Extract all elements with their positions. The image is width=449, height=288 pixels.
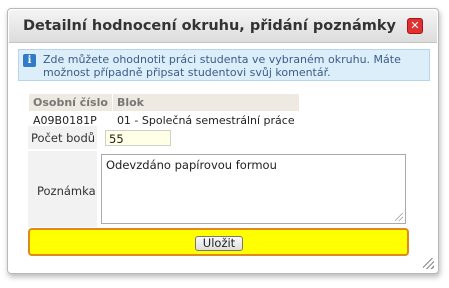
note-label: Poznámka <box>28 151 97 227</box>
cell-block: 01 - Společná semestrální práce <box>111 111 300 129</box>
table-header-row: Osobní číslo Blok <box>28 93 300 112</box>
header-personal-number: Osobní číslo <box>28 93 113 112</box>
note-textarea[interactable]: Odevzdáno papírovou formou <box>101 154 406 224</box>
textarea-resize-icon[interactable] <box>395 213 403 221</box>
info-message: i Zde můžete ohodnotit práci studenta ve… <box>18 49 430 81</box>
close-icon[interactable]: ✕ <box>407 18 423 34</box>
info-text: Zde můžete ohodnotit práci studenta ve v… <box>43 53 401 79</box>
dialog-resize-icon[interactable] <box>423 258 434 269</box>
save-button[interactable]: Uložit <box>195 236 243 251</box>
block-table: Osobní číslo Blok A09B0181P 01 - Společn… <box>28 93 300 129</box>
points-input[interactable] <box>105 130 171 146</box>
save-bar: Uložit <box>28 228 409 256</box>
dialog-titlebar[interactable]: Detailní hodnocení okruhu, přidání pozná… <box>9 10 437 43</box>
points-label: Počet bodů <box>28 126 97 149</box>
dialog-title: Detailní hodnocení okruhu, přidání pozná… <box>23 18 396 34</box>
header-block: Blok <box>111 93 300 112</box>
info-icon: i <box>23 54 36 67</box>
note-text: Odevzdáno papírovou formou <box>106 158 277 172</box>
dialog: Detailní hodnocení okruhu, přidání pozná… <box>7 8 439 274</box>
